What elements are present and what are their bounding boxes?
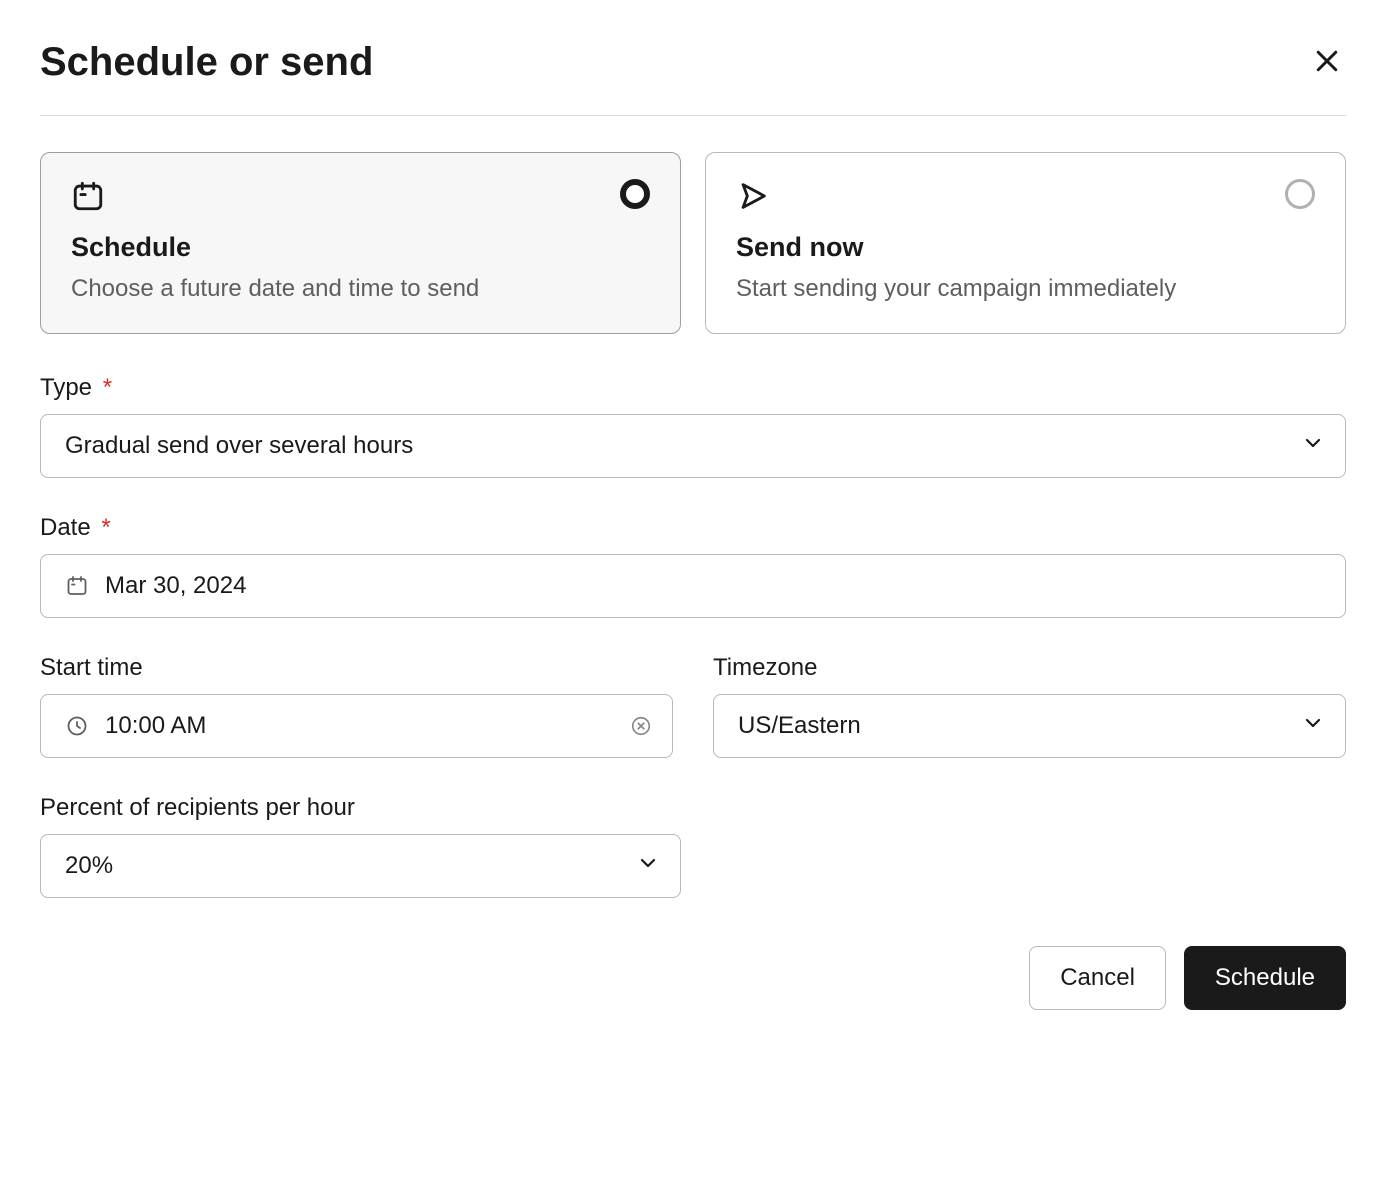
radio-schedule[interactable] — [620, 179, 650, 209]
send-icon — [736, 179, 770, 218]
radio-send-now[interactable] — [1285, 179, 1315, 209]
send-mode-options: Schedule Choose a future date and time t… — [40, 152, 1346, 334]
option-schedule-title: Schedule — [71, 232, 650, 263]
cancel-button[interactable]: Cancel — [1029, 946, 1166, 1010]
chevron-down-icon — [1301, 431, 1325, 462]
card-top — [71, 179, 650, 218]
type-label: Type * — [40, 374, 1346, 402]
option-sendnow-title: Send now — [736, 232, 1315, 263]
date-input[interactable]: Mar 30, 2024 — [40, 554, 1346, 618]
option-schedule-desc: Choose a future date and time to send — [71, 273, 650, 305]
calendar-icon — [65, 574, 89, 598]
modal-header: Schedule or send — [40, 40, 1346, 116]
option-send-now[interactable]: Send now Start sending your campaign imm… — [705, 152, 1346, 334]
starttime-input[interactable]: 10:00 AM — [40, 694, 673, 758]
schedule-button[interactable]: Schedule — [1184, 946, 1346, 1010]
modal-title: Schedule or send — [40, 40, 373, 85]
timezone-select[interactable]: US/Eastern — [713, 694, 1346, 758]
percent-label: Percent of recipients per hour — [40, 794, 681, 822]
required-asterisk: * — [103, 374, 112, 401]
starttime-field-group: Start time 10:00 AM — [40, 654, 673, 758]
chevron-down-icon — [1301, 711, 1325, 742]
clear-icon[interactable] — [630, 715, 652, 737]
type-select[interactable]: Gradual send over several hours — [40, 414, 1346, 478]
modal-footer: Cancel Schedule — [40, 946, 1346, 1010]
type-field-group: Type * Gradual send over several hours — [40, 374, 1346, 478]
timezone-label: Timezone — [713, 654, 1346, 682]
timezone-value: US/Eastern — [738, 712, 861, 740]
close-icon — [1312, 64, 1342, 79]
time-row: Start time 10:00 AM Timezone US/Eastern — [40, 654, 1346, 758]
starttime-label: Start time — [40, 654, 673, 682]
timezone-field-group: Timezone US/Eastern — [713, 654, 1346, 758]
type-value: Gradual send over several hours — [65, 432, 413, 460]
percent-field-group: Percent of recipients per hour 20% — [40, 794, 681, 898]
required-asterisk: * — [101, 514, 110, 541]
starttime-value: 10:00 AM — [105, 712, 206, 740]
calendar-icon — [71, 179, 105, 218]
chevron-down-icon — [636, 851, 660, 882]
schedule-or-send-modal: Schedule or send Schedule Choose a futur… — [40, 40, 1346, 1010]
option-sendnow-desc: Start sending your campaign immediately — [736, 273, 1315, 305]
date-value: Mar 30, 2024 — [105, 572, 246, 600]
percent-select[interactable]: 20% — [40, 834, 681, 898]
date-field-group: Date * Mar 30, 2024 — [40, 514, 1346, 618]
clock-icon — [65, 714, 89, 738]
percent-value: 20% — [65, 852, 113, 880]
card-top — [736, 179, 1315, 218]
option-schedule[interactable]: Schedule Choose a future date and time t… — [40, 152, 681, 334]
close-button[interactable] — [1308, 42, 1346, 83]
date-label: Date * — [40, 514, 1346, 542]
